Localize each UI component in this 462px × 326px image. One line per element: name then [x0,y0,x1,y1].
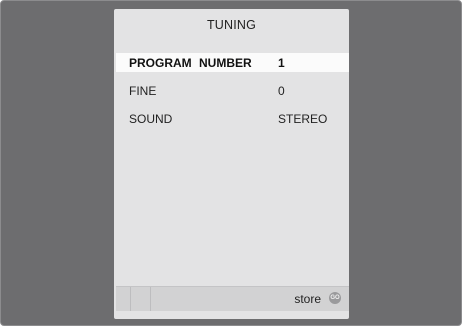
menu-item-value: STEREO [278,112,328,126]
menu-item-program-number[interactable]: PROGRAM NUMBER 1 [116,53,349,72]
menu-footer: store GO [116,286,349,311]
menu-item-label: PROGRAM NUMBER [129,56,252,70]
go-button-icon[interactable]: GO [329,292,341,304]
menu-title: TUNING [206,18,257,32]
tv-screen: TUNING PROGRAM NUMBER 1 FINE 0 SOUND STE… [0,0,462,326]
menu-item-label: FINE [129,84,157,98]
menu-item-fine[interactable]: FINE 0 [116,81,349,100]
menu-item-label: SOUND [129,112,173,126]
menu-item-value: 0 [278,84,285,98]
tuning-menu: TUNING PROGRAM NUMBER 1 FINE 0 SOUND STE… [114,9,349,319]
menu-item-value: 1 [278,56,285,70]
store-label[interactable]: store [294,292,321,306]
footer-divider [150,287,151,311]
footer-divider [130,287,131,311]
menu-item-sound[interactable]: SOUND STEREO [116,109,349,128]
